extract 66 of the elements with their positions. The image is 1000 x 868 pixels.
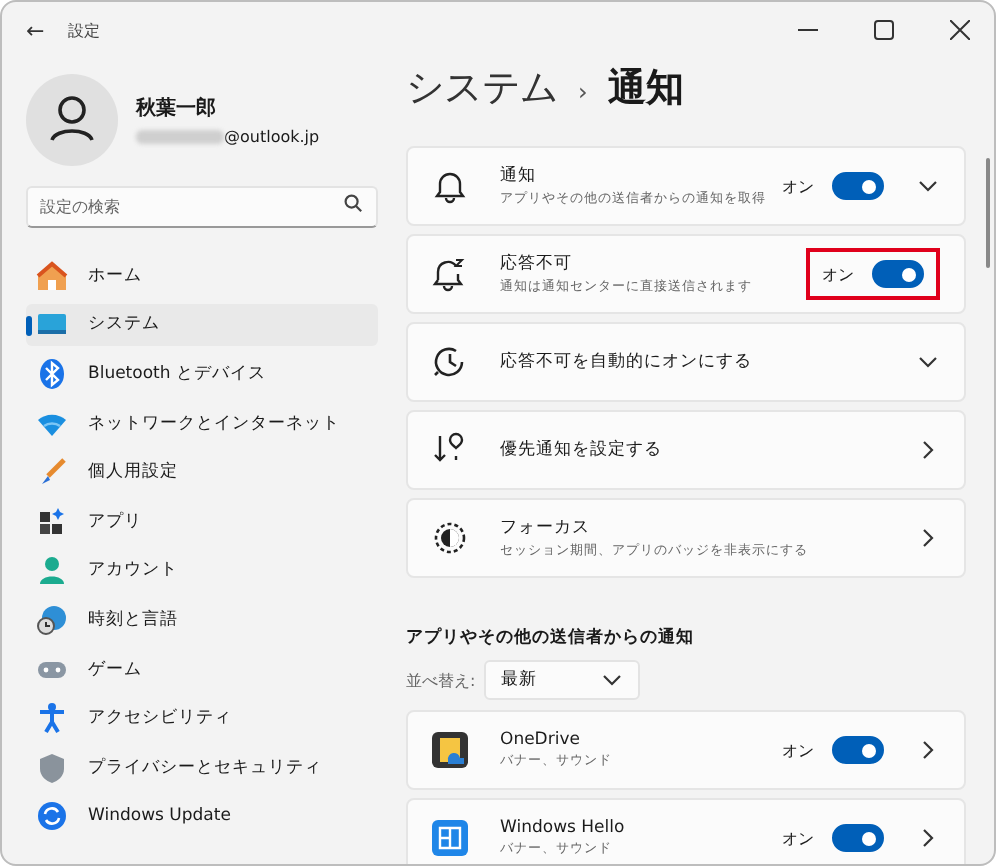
sidebar-item[interactable]: ゲーム — [26, 647, 378, 691]
bluetooth-icon — [36, 357, 68, 390]
clock-icon — [432, 344, 468, 380]
accessibility-icon — [36, 702, 68, 735]
app-name: Windows Hello — [500, 818, 627, 838]
setting-title: 通知 — [500, 164, 538, 188]
apps-icon — [36, 505, 68, 538]
setting-title: 優先通知を設定する — [500, 438, 664, 462]
sidebar-item[interactable]: システム — [26, 303, 378, 347]
window-app-icon — [432, 820, 468, 856]
sidebar-item[interactable]: Bluetooth とデバイス — [26, 352, 378, 396]
globe-clock-icon — [36, 603, 68, 636]
breadcrumb-link[interactable]: システム — [406, 62, 558, 114]
app-name: OneDrive — [500, 730, 582, 750]
close-icon[interactable] — [950, 20, 970, 40]
toggle-switch[interactable] — [872, 260, 924, 288]
breadcrumb-separator: › — [578, 78, 588, 106]
sync-icon — [36, 800, 68, 833]
user-name: 秋葉一郎 — [136, 94, 218, 122]
toggle-label: オン — [782, 175, 814, 197]
scrollbar[interactable] — [986, 158, 990, 268]
search-icon — [344, 194, 362, 212]
chevron-right-icon[interactable] — [922, 440, 934, 460]
setting-title: フォーカス — [500, 516, 592, 540]
sidebar-item[interactable]: アプリ — [26, 499, 378, 544]
back-button[interactable]: ← — [26, 17, 45, 43]
chevron-right-icon[interactable] — [922, 828, 934, 848]
avatar-icon — [26, 74, 118, 166]
toggle-switch[interactable] — [832, 736, 884, 764]
setting-title: 応答不可 — [500, 252, 574, 276]
toggle-label: オン — [822, 263, 854, 285]
folder-app-icon — [432, 732, 468, 768]
toggle-switch[interactable] — [832, 824, 884, 852]
home-icon — [36, 259, 68, 292]
page-title: 通知 — [607, 64, 684, 114]
chevron-down-icon — [601, 674, 622, 686]
shield-icon — [36, 751, 68, 784]
person-icon — [36, 554, 68, 587]
search-field[interactable]: 設定の検索 — [26, 186, 378, 228]
brush-icon — [36, 456, 68, 489]
toggle-label: オン — [782, 827, 814, 849]
sidebar-item[interactable]: ネットワークとインターネット — [26, 401, 378, 445]
setting-title: 応答不可を自動的にオンにする — [500, 350, 754, 374]
chevron-right-icon[interactable] — [922, 740, 934, 760]
sidebar-item[interactable]: ホーム — [26, 254, 378, 298]
sidebar-item[interactable]: 時刻と言語 — [26, 598, 378, 642]
maximize-icon[interactable] — [874, 20, 894, 40]
window-title: 設定 — [68, 19, 101, 41]
email-text: @outlook.jp — [224, 128, 320, 146]
chevron-right-icon[interactable] — [922, 528, 934, 548]
chevron-down-icon[interactable] — [918, 180, 938, 192]
sidebar-item[interactable]: 個人用設定 — [26, 450, 378, 494]
bell-icon — [432, 168, 468, 204]
blurred-text — [136, 130, 224, 144]
sidebar-item[interactable]: プライバシーとセキュリティ — [26, 745, 378, 790]
toggle-label: オン — [782, 739, 814, 761]
focus-icon — [432, 520, 468, 556]
sidebar-item[interactable]: Windows Update — [26, 795, 378, 839]
sidebar-item[interactable]: アクセシビリティ — [26, 696, 378, 740]
section-heading: アプリやその他の送信者からの通知 — [406, 626, 696, 650]
chevron-down-icon[interactable] — [918, 356, 938, 368]
sort-label: 並べ替え: — [406, 669, 476, 691]
bell-sleep-icon — [432, 256, 468, 292]
toggle-switch[interactable] — [832, 172, 884, 200]
sort-dropdown[interactable]: 最新 — [483, 660, 640, 700]
sidebar-item[interactable]: アカウント — [26, 549, 378, 593]
